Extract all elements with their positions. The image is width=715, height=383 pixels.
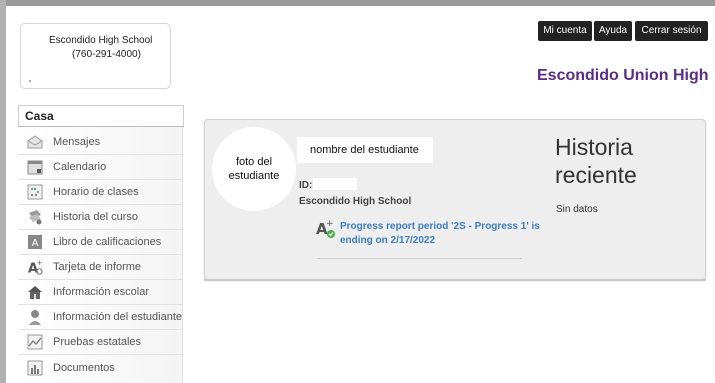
recent-history-title: Historia reciente: [555, 134, 637, 188]
svg-text:+: +: [326, 219, 334, 229]
school-name: Escondido High School: [49, 35, 153, 46]
sidebar-item-student-info[interactable]: Información del estudiante: [18, 305, 183, 330]
sidebar-item-label: Libro de calificaciones: [53, 236, 162, 248]
svg-text:A: A: [32, 238, 39, 249]
notice-divider: [317, 258, 522, 259]
school-info-icon: [27, 284, 43, 300]
sidebar-item-course-history[interactable]: Historia del curso: [18, 205, 183, 230]
sidebar-item-documents[interactable]: Documentos: [18, 355, 183, 380]
top-border: [0, 0, 715, 6]
sidebar-item-label: Pruebas estatales: [53, 336, 142, 348]
sidebar-item-label: Documentos: [53, 361, 115, 374]
logout-button[interactable]: Cerrar sesión: [635, 21, 708, 41]
student-id-label: ID:: [299, 180, 313, 191]
sidebar-item-messages[interactable]: Mensajes: [18, 130, 183, 155]
state-tests-icon: [27, 334, 43, 350]
sidebar-item-label: Horario de clases: [53, 186, 139, 198]
sidebar-item-label: Tarjeta de informe: [53, 261, 142, 273]
sidebar-item-label: Calendario: [53, 161, 107, 173]
sidebar-item-label: Información del estudiante: [53, 311, 183, 323]
district-title: Escondido Union High: [537, 67, 709, 84]
sidebar-item-school-info[interactable]: Información escolar: [18, 280, 183, 305]
help-button[interactable]: Ayuda: [594, 21, 632, 41]
recent-history-empty: Sin datos: [556, 204, 598, 215]
student-info-icon: [27, 309, 43, 325]
decorative-dot: [29, 80, 31, 82]
my-account-button[interactable]: Mi cuenta: [538, 21, 592, 41]
sidebar-item-report-card[interactable]: A + Tarjeta de informe: [18, 255, 183, 280]
student-photo-label: foto del estudiante: [228, 156, 280, 182]
school-phone: (760-291-4000): [72, 49, 141, 60]
left-border: [0, 0, 6, 383]
student-school: Escondido High School: [299, 196, 412, 207]
student-name: nombre del estudiante: [297, 137, 433, 163]
sidebar-item-label: Información escolar: [53, 286, 149, 298]
schedule-icon: [27, 184, 43, 200]
sidebar-item-state-tests[interactable]: Pruebas estatales: [18, 330, 183, 355]
sidebar-item-calendar[interactable]: Calendario: [18, 155, 183, 180]
documents-icon: [27, 360, 43, 376]
report-card-icon: A +: [27, 258, 43, 276]
student-id-value: [313, 178, 357, 190]
sidebar-item-schedule[interactable]: Horario de clases: [18, 180, 183, 205]
gradebook-icon: A: [27, 234, 43, 250]
messages-icon: [27, 134, 43, 150]
course-history-icon: [27, 209, 43, 225]
calendar-icon: [27, 159, 43, 175]
panel-shadow: [204, 279, 706, 281]
sidebar-item-gradebook[interactable]: A Libro de calificaciones: [18, 230, 183, 255]
progress-report-notice-link[interactable]: Progress report period '2S - Progress 1'…: [340, 220, 550, 248]
svg-text:+: +: [37, 258, 43, 267]
sidebar-item-label: Historia del curso: [53, 211, 138, 223]
sidebar-section-casa[interactable]: Casa: [18, 105, 184, 127]
sidebar-item-label: Mensajes: [53, 136, 101, 148]
report-card-notice-icon: A +: [316, 219, 336, 239]
